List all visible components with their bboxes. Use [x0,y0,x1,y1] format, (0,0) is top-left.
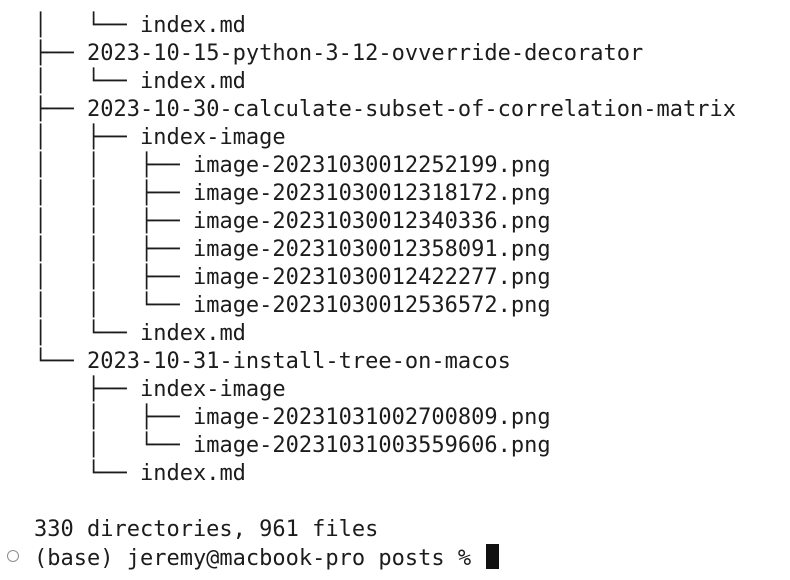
directory-name: index-image [139,377,286,402]
tree-prefix: │ ├── [34,405,193,430]
tree-line: │ │ ├── image-20231030012422277.png [34,264,551,292]
tree-prefix: ├── [34,377,140,402]
directory-name: 2023-10-31-install-tree-on-macos [86,349,511,374]
tree-line: │ │ └── image-20231030012536572.png [34,292,551,320]
tree-prefix: │ │ ├── [34,181,193,206]
tree-line: │ └── index.md [34,320,246,348]
tree-prefix: ├── [34,97,87,122]
file-name: image-20231030012318172.png [192,181,551,206]
tree-prefix: │ └── [34,69,140,94]
tree-line: │ │ ├── image-20231030012318172.png [34,180,551,208]
tree-line: ├── 2023-10-30-calculate-subset-of-corre… [34,96,736,124]
tree-line: │ └── index.md [34,12,246,40]
tree-prefix: └── [34,349,87,374]
file-name: image-20231031003559606.png [192,433,551,458]
terminal-window[interactable]: │ └── index.md ├── 2023-10-15-python-3-1… [0,0,790,580]
prompt-text: (base) jeremy@macbook-pro posts % [34,546,485,571]
tree-summary: 330 directories, 961 files [34,517,379,542]
tree-prefix: │ │ ├── [34,237,193,262]
tree-line: │ └── image-20231031003559606.png [34,432,551,460]
tree-prefix: └── [34,461,140,486]
file-name: index.md [139,321,246,346]
file-name: image-20231030012252199.png [192,153,551,178]
file-name: image-20231030012358091.png [192,237,551,262]
tree-line: │ │ ├── image-20231030012358091.png [34,236,551,264]
file-name: index.md [139,13,246,38]
circle-outline-icon [7,550,19,562]
tree-line: ├── 2023-10-15-python-3-12-ovverride-dec… [34,40,643,68]
text-cursor [486,544,500,569]
tree-line: │ │ ├── image-20231030012252199.png [34,152,551,180]
command-prompt[interactable]: (base) jeremy@macbook-pro posts % [34,544,500,572]
tree-prefix: │ └── [34,433,193,458]
file-name: index.md [139,461,246,486]
file-name: image-20231031002700809.png [192,405,551,430]
directory-name: 2023-10-15-python-3-12-ovverride-decorat… [86,41,644,66]
tree-prefix: │ ├── [34,125,140,150]
tree-prefix: │ │ ├── [34,209,193,234]
file-name: image-20231030012536572.png [192,293,551,318]
directory-name: index-image [139,125,286,150]
tree-line: └── 2023-10-31-install-tree-on-macos [34,348,511,376]
tree-prefix: ├── [34,41,87,66]
tree-line: └── index.md [34,460,246,488]
file-name: index.md [139,69,246,94]
file-name: image-20231030012340336.png [192,209,551,234]
directory-name: 2023-10-30-calculate-subset-of-correlati… [86,97,736,122]
tree-line: │ │ ├── image-20231030012340336.png [34,208,551,236]
tree-prefix: │ └── [34,13,140,38]
tree-line: │ └── index.md [34,68,246,96]
tree-prefix: │ │ ├── [34,265,193,290]
tree-line: │ ├── image-20231031002700809.png [34,404,551,432]
file-name: image-20231030012422277.png [192,265,551,290]
tree-prefix: │ │ ├── [34,153,193,178]
tree-line: ├── index-image [34,376,286,404]
tree-line: │ ├── index-image [34,124,286,152]
tree-prefix: │ │ └── [34,293,193,318]
tree-prefix: │ └── [34,321,140,346]
